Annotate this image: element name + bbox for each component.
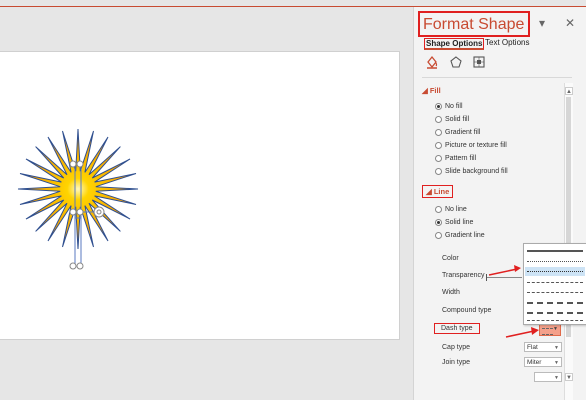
color-label: Color <box>442 255 459 262</box>
cap-type-label: Cap type <box>442 344 471 351</box>
resize-handle[interactable] <box>69 262 77 270</box>
radio-label: Solid line <box>445 219 474 226</box>
dash-option-solid[interactable] <box>527 250 583 252</box>
dash-type-dropdown[interactable] <box>523 243 586 325</box>
radio-button[interactable] <box>435 168 442 175</box>
red-arrow-head <box>531 327 539 335</box>
radio-button[interactable] <box>435 142 442 149</box>
scroll-down-arrow[interactable]: ▼ <box>565 373 573 381</box>
resize-handle[interactable] <box>76 208 84 216</box>
radio-no-fill[interactable]: No fill <box>435 103 463 110</box>
radio-label: Gradient line <box>445 232 485 239</box>
pane-options-icon[interactable]: ▾ <box>539 16 545 30</box>
dash-type-button[interactable]: ▼ <box>539 324 561 336</box>
red-arrow-head <box>514 265 521 272</box>
transparency-slider[interactable] <box>486 274 522 281</box>
dash-option-long-dash[interactable] <box>527 302 583 304</box>
radio-label: Slide background fill <box>445 168 508 175</box>
effects-icon[interactable] <box>449 55 463 69</box>
chevron-down-icon: ▼ <box>554 345 559 351</box>
dash-option-square-dot[interactable] <box>527 271 583 272</box>
red-arrow <box>505 330 535 338</box>
ribbon-edge <box>0 0 586 7</box>
tab-shape-options[interactable]: Shape Options <box>424 38 485 50</box>
width-label: Width <box>442 289 460 296</box>
format-shape-pane: Format Shape ▾ ✕ Shape Options Text Opti… <box>413 7 586 400</box>
radio-button[interactable] <box>435 116 442 123</box>
radio-label: Gradient fill <box>445 129 481 136</box>
cap-type-select[interactable]: Flat ▼ <box>524 342 562 352</box>
radio-no-line[interactable]: No line <box>435 206 467 213</box>
radio-button[interactable] <box>435 219 442 226</box>
radio-button[interactable] <box>435 206 442 213</box>
size-properties-icon[interactable] <box>472 55 486 69</box>
compound-type-label: Compound type <box>442 307 492 314</box>
radio-gradient-fill[interactable]: Gradient fill <box>435 129 480 136</box>
resize-handle[interactable] <box>76 160 84 168</box>
radio-button[interactable] <box>435 232 442 239</box>
sun-burst[interactable] <box>17 128 139 250</box>
pane-title: Format Shape <box>418 11 531 37</box>
radio-pattern-fill[interactable]: Pattern fill <box>435 155 476 162</box>
pane-scrollbar[interactable]: ▲ ▼ <box>564 83 573 400</box>
rotate-handle[interactable] <box>93 206 105 218</box>
scroll-up-arrow[interactable]: ▲ <box>565 87 573 95</box>
radio-solid-line[interactable]: Solid line <box>435 219 473 226</box>
radio-button[interactable] <box>435 103 442 110</box>
sun-shape[interactable] <box>0 52 399 339</box>
resize-handle[interactable] <box>69 160 77 168</box>
tab-text-options[interactable]: Text Options <box>485 38 529 47</box>
dash-option-round-dot[interactable] <box>527 261 583 262</box>
sun-burst-polygon[interactable] <box>17 128 139 250</box>
transparency-label: Transparency <box>442 272 485 279</box>
radio-slide-background-fill[interactable]: Slide background fill <box>435 168 508 175</box>
resize-handle[interactable] <box>69 208 77 216</box>
radio-label: Pattern fill <box>445 155 477 162</box>
slide-canvas <box>0 7 412 390</box>
begin-arrow-select[interactable]: ▼ <box>534 372 562 382</box>
radio-button[interactable] <box>435 155 442 162</box>
dash-option-dash[interactable] <box>527 282 583 283</box>
radio-solid-fill[interactable]: Solid fill <box>435 116 469 123</box>
cap-type-value: Flat <box>527 344 538 351</box>
chevron-down-icon: ▼ <box>553 326 558 332</box>
dash-option-long-dash-dot[interactable] <box>527 312 583 314</box>
close-icon[interactable]: ✕ <box>565 16 575 30</box>
radio-label: No fill <box>445 103 463 110</box>
slide[interactable] <box>0 52 399 339</box>
radio-label: Picture or texture fill <box>445 142 507 149</box>
dash-type-label: Dash type <box>434 323 480 334</box>
radio-label: Solid fill <box>445 116 470 123</box>
pane-divider <box>422 77 572 78</box>
chevron-down-icon: ▼ <box>554 360 559 366</box>
line-section-header[interactable]: ◢ Line <box>422 185 454 198</box>
fill-line-icon[interactable] <box>425 55 439 69</box>
dash-option-long-dash-dot-dot[interactable] <box>527 320 583 321</box>
red-arrow <box>488 268 518 276</box>
radio-gradient-line[interactable]: Gradient line <box>435 232 485 239</box>
fill-section-header[interactable]: ◢ Fill <box>422 86 441 95</box>
dash-option-dash-dot[interactable] <box>527 292 583 293</box>
chevron-down-icon: ▼ <box>554 375 559 381</box>
join-type-label: Join type <box>442 359 471 366</box>
radio-button[interactable] <box>435 129 442 136</box>
dash-preview-icon <box>542 328 553 335</box>
join-type-select[interactable]: Miter ▼ <box>524 357 562 367</box>
radio-label: No line <box>445 206 467 213</box>
radio-picture-fill[interactable]: Picture or texture fill <box>435 142 507 149</box>
join-type-value: Miter <box>527 359 542 366</box>
resize-handle[interactable] <box>76 262 84 270</box>
